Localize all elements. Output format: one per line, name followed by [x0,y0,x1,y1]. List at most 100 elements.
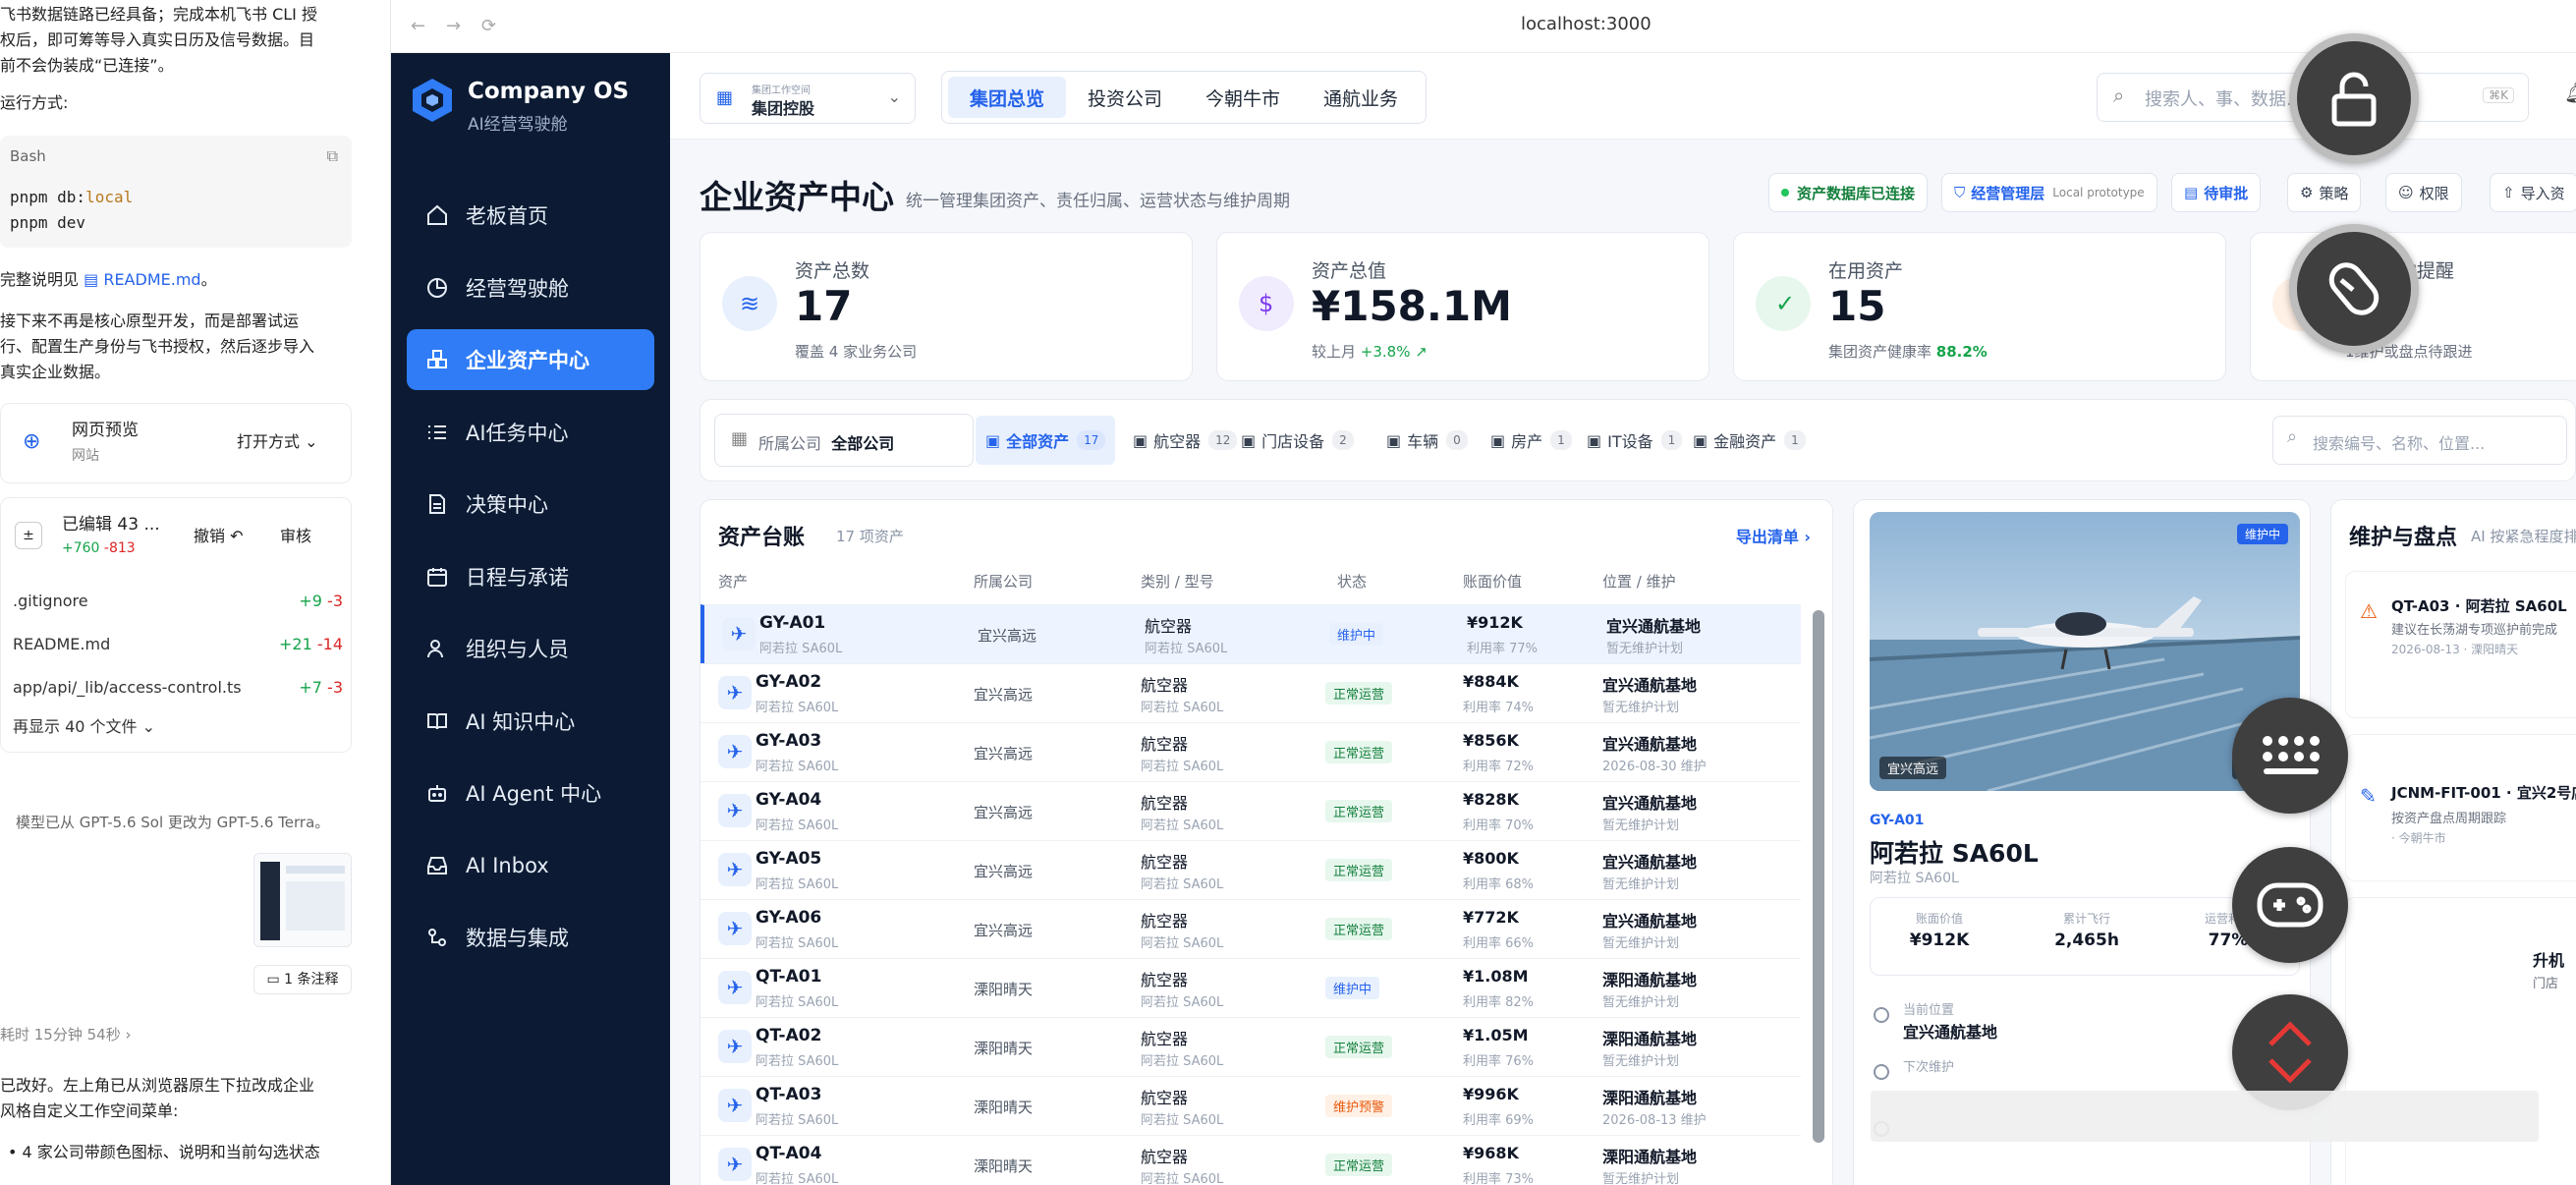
tab-group-overview[interactable]: 集团总览 [948,77,1067,118]
company-filter-select[interactable]: ▦ 所属公司 全部公司 [714,414,974,467]
sidebar-item-6[interactable]: 组织与人员 [407,618,654,679]
wrench-icon [1874,1064,1889,1080]
sidebar-item-label: AI 知识中心 [466,709,576,734]
annotation-button[interactable]: ▭ 1 条注释 [253,965,352,994]
sidebar-item-1[interactable]: 经营驾驶舱 [407,257,654,318]
keyboard-overlay-button[interactable] [2232,698,2348,814]
bell-icon[interactable]: 🔔︎ [2564,81,2576,104]
business-tabs: 集团总览 投资公司 今朝牛市 通航业务 [941,71,1428,124]
maintenance-item[interactable]: ⚠ QT-A03 · 阿若拉 SA60L 建议在长荡湖专项巡护前完成 2026-… [2345,571,2576,718]
readme-link[interactable]: README.md [103,270,200,289]
filter-tab-1[interactable]: ▣ 航空器 12 [1123,416,1247,465]
file-row[interactable]: app/api/_lib/access-control.ts +7 -3 [13,675,343,701]
unlock-icon [2331,72,2377,127]
stat-card-in-use: ✓ 在用资产 15 集团资产健康率 88.2% [1733,232,2226,381]
elapsed-time[interactable]: 耗时 15分钟 54秒 › [0,1022,132,1047]
export-list-link[interactable]: 导出清单 › [1736,524,1811,547]
table-row[interactable]: ✈ QT-A02 阿若拉 SA60L 溧阳晴天 航空器 阿若拉 SA60L 正常运营 ¥1.0… [700,1017,1801,1076]
role-badge[interactable]: ⛉ 经营管理层 Local prototype [1941,173,2157,212]
table-row[interactable]: ✈ GY-A04 阿若拉 SA60L 宜兴高远 航空器 阿若拉 SA60L 正常运营 ¥828… [700,781,1801,840]
chat-intro: 飞书数据链路已经具备；完成本机飞书 CLI 授 权后，即可筹等导入真实日历及信号… [0,5,317,75]
policy-button[interactable]: ⚙ 策略 [2287,173,2362,212]
building-icon: ▦ [716,87,734,108]
filter-tab-0[interactable]: ▣ 全部资产 17 [976,416,1116,465]
undo-button[interactable]: 撤销 ↶ [194,524,244,549]
table-row[interactable]: ✈ QT-A03 阿若拉 SA60L 溧阳晴天 航空器 阿若拉 SA60L 维护预警 ¥996… [700,1076,1801,1135]
column-header: 账面价值 [1463,573,1523,591]
filter-tab-3[interactable]: ▣ 车辆 0 [1376,416,1478,465]
maintenance-item[interactable]: ✎ JCNM-FIT-001 · 宜兴2号店 按资产盘点周期跟踪 · 今朝牛市 [2345,734,2576,881]
pending-approval-button[interactable]: ▤ 待审批 [2171,173,2262,212]
sidebar-item-5[interactable]: 日程与承诺 [407,546,654,607]
review-button[interactable]: 审核 [280,524,311,549]
ledger-scrollbar[interactable] [1813,610,1824,1143]
import-button[interactable]: ⇧ 导入资 [2490,173,2576,212]
check-circle-icon: ✓ [1775,290,1796,317]
url-text[interactable]: localhost:3000 [1521,14,1652,34]
show-more-files[interactable]: 再显示 40 个文件 ⌄ [13,714,343,740]
permission-button[interactable]: ☺ 权限 [2385,173,2462,212]
copy-icon[interactable]: ⧉ [327,143,338,169]
sidebar-item-8[interactable]: AI Agent 中心 [407,762,654,823]
filter-tab-5[interactable]: ▣ IT设备 1 [1577,416,1692,465]
app-sidebar: Company OS AI经营驾驶舱 老板首页 经营驾驶舱 企业资产中心 AI任务中心… [391,53,670,1185]
filter-tab-6[interactable]: ▣ 金融资产 1 [1683,416,1816,465]
plane-icon: ✈ [718,912,752,945]
wrench-icon: ✎ [2360,784,2377,808]
maintenance-sub: AI 按紧急程度排序 [2471,528,2576,545]
tab-jinzhao[interactable]: 今朝牛市 [1184,77,1302,118]
sidebar-item-0[interactable]: 老板首页 [407,185,654,246]
table-row[interactable]: ✈ QT-A04 阿若拉 SA60L 溧阳晴天 航空器 阿若拉 SA60L 正常运营 ¥968… [700,1135,1801,1185]
maintenance-item[interactable]: 升机 门店 [2345,897,2576,1185]
code-block: Bash ⧉ pnpm db:local pnpm dev [0,136,352,248]
book-icon [424,708,450,734]
asset-model: 阿若拉 SA60L [1870,871,1959,886]
plane-icon: ✈ [718,1148,752,1181]
back-icon[interactable]: ← [411,16,425,36]
readme-line: 完整说明见 ▤ README.md。 [0,270,217,289]
sidebar-item-2[interactable]: 企业资产中心 [407,329,654,390]
sidebar-item-4[interactable]: 决策中心 [407,474,654,535]
gamepad-overlay-button[interactable] [2232,847,2348,963]
sidebar-item-10[interactable]: 数据与集成 [407,907,654,968]
screenshot-thumbnail[interactable] [253,853,352,947]
mouse-icon [2328,262,2380,315]
category-icon: ▣ [1386,430,1402,450]
user-icon: ☺ [2398,184,2414,201]
asset-name: 阿若拉 SA60L [1870,839,2039,868]
metric-flight-hours: 累计飞行 2,465h [2054,912,2119,950]
browser-toolbar: ← → ⟳ localhost:3000 [391,0,2576,53]
tab-investment[interactable]: 投资公司 [1066,77,1184,118]
code-line: pnpm db:local [10,188,134,206]
unlock-overlay-button[interactable] [2289,33,2419,163]
table-row[interactable]: ✈ QT-A01 阿若拉 SA60L 溧阳晴天 航空器 阿若拉 SA60L 维护中 ¥1.08… [700,958,1801,1017]
reload-icon[interactable]: ⟳ [481,16,496,36]
plane-icon: ✈ [722,617,756,650]
comment-icon: ▭ [266,972,280,988]
tab-aviation[interactable]: 通航业务 [1302,77,1420,118]
table-row[interactable]: ✈ GY-A05 阿若拉 SA60L 宜兴高远 航空器 阿若拉 SA60L 正常运营 ¥800… [700,840,1801,899]
column-header: 位置 / 维护 [1602,573,1676,591]
file-row[interactable]: .gitignore +9 -3 [13,589,343,614]
filter-tab-4[interactable]: ▣ 房产 1 [1481,416,1582,465]
blurred-overlay-region [1871,1091,2539,1142]
workspace-switcher[interactable]: ▦ 集团工作空间 集团控股 ⌄ [700,73,916,124]
chat-panel: 飞书数据链路已经具备；完成本机飞书 CLI 授 权后，即可筹等导入真实日历及信号… [0,0,391,1185]
sidebar-item-3[interactable]: AI任务中心 [407,402,654,463]
table-row[interactable]: ✈ GY-A06 阿若拉 SA60L 宜兴高远 航空器 阿若拉 SA60L 正常运营 ¥772… [700,899,1801,958]
dollar-icon: $ [1259,290,1274,317]
file-row[interactable]: README.md +21 -14 [13,632,343,657]
table-row[interactable]: ✈ GY-A03 阿若拉 SA60L 宜兴高远 航空器 阿若拉 SA60L 正常运营 ¥856… [700,722,1801,781]
asset-search-input[interactable]: ⌕ 搜索编号、名称、位置... [2272,416,2567,465]
filter-tab-2[interactable]: ▣ 门店设备 2 [1231,416,1364,465]
forward-icon[interactable]: → [446,16,461,36]
bullet-item: • 4 家公司带颜色图标、说明和当前勾选状态 [8,1143,320,1161]
web-preview-card[interactable]: ⊕ 网页预览 网站 打开方式 ⌄ [0,403,352,483]
table-row[interactable]: ✈ GY-A01 阿若拉 SA60L 宜兴高远 航空器 阿若拉 SA60L 维护中 ¥912K… [700,604,1801,663]
open-with-button[interactable]: 打开方式 ⌄ [237,429,318,455]
sidebar-item-7[interactable]: AI 知识中心 [407,691,654,752]
sidebar-item-9[interactable]: AI Inbox [407,835,654,896]
status-badge: 维护中 [1329,623,1384,646]
mouse-overlay-button[interactable] [2289,224,2419,354]
table-row[interactable]: ✈ GY-A02 阿若拉 SA60L 宜兴高远 航空器 阿若拉 SA60L 正常运营 ¥884… [700,663,1801,722]
